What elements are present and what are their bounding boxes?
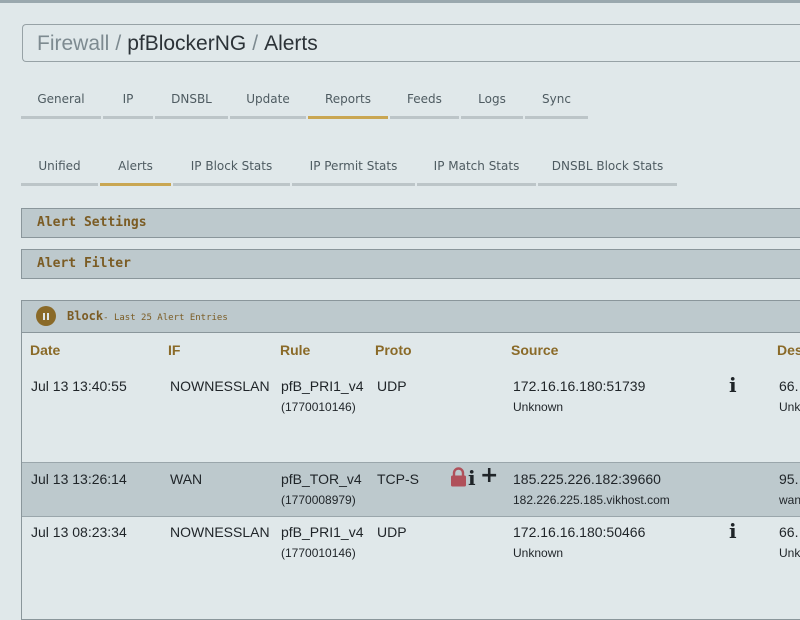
row-destination: 66. [779, 524, 799, 540]
tab-general[interactable]: General [21, 89, 101, 119]
row-date: Jul 13 13:26:14 [31, 471, 127, 487]
row-date: Jul 13 13:40:55 [31, 378, 127, 394]
tab-ip-block-stats[interactable]: IP Block Stats [173, 156, 290, 186]
alert-filter-panel[interactable]: Alert Filter [21, 249, 800, 279]
tab-reports[interactable]: Reports [308, 89, 388, 119]
row-interface: WAN [170, 471, 203, 487]
row-proto: UDP [377, 524, 407, 540]
report-tabs: Unified Alerts IP Block Stats IP Permit … [21, 156, 679, 186]
row-destination: 95. [779, 471, 799, 487]
lock-icon[interactable] [450, 467, 467, 487]
block-title-text: Block [67, 309, 104, 323]
column-header-destination[interactable]: Des [777, 342, 800, 358]
row-rule: pfB_TOR_v4 [281, 471, 362, 487]
row-source: 185.225.226.182:39660 [513, 471, 661, 487]
breadcrumb-pfblockerng[interactable]: pfBlockerNG [127, 32, 246, 55]
row-source: 172.16.16.180:51739 [513, 378, 646, 394]
row-proto: TCP-S [377, 471, 419, 487]
column-header-proto[interactable]: Proto [375, 342, 412, 358]
info-icon[interactable]: i [729, 373, 737, 397]
alert-settings-panel[interactable]: Alert Settings [21, 208, 800, 238]
row-destination-host: wan [779, 493, 800, 507]
tab-dnsbl[interactable]: DNSBL [155, 89, 228, 119]
row-interface: NOWNESSLAN [170, 524, 270, 540]
row-rule-id: (1770010146) [281, 546, 356, 560]
tab-sync[interactable]: Sync [525, 89, 588, 119]
row-proto: UDP [377, 378, 407, 394]
column-header-date[interactable]: Date [30, 342, 60, 358]
tab-feeds[interactable]: Feeds [390, 89, 459, 119]
row-destination: 66. [779, 378, 799, 394]
breadcrumb-alerts: Alerts [264, 32, 318, 55]
block-panel-header: Block- Last 25 Alert Entries [22, 301, 800, 333]
tab-alerts[interactable]: Alerts [100, 156, 171, 186]
row-date: Jul 13 08:23:34 [31, 524, 127, 540]
row-rule-id: (1770010146) [281, 400, 356, 414]
info-icon[interactable]: i [729, 519, 737, 543]
row-destination-host: Unk [779, 546, 800, 560]
breadcrumb-separator: / [252, 32, 259, 55]
row-rule: pfB_PRI1_v4 [281, 378, 364, 394]
row-rule-id: (1770008979) [281, 493, 356, 507]
breadcrumb-separator: / [115, 32, 122, 55]
tab-update[interactable]: Update [230, 89, 306, 119]
column-header-if[interactable]: IF [168, 342, 180, 358]
info-icon[interactable]: i [468, 466, 476, 490]
breadcrumb: Firewall / pfBlockerNG / Alerts [22, 24, 800, 62]
breadcrumb-firewall[interactable]: Firewall [37, 32, 109, 55]
column-header-rule[interactable]: Rule [280, 342, 310, 358]
block-title: Block- Last 25 Alert Entries [67, 309, 228, 323]
tab-unified[interactable]: Unified [21, 156, 98, 186]
row-destination-host: Unk [779, 400, 800, 414]
top-border [0, 0, 800, 3]
row-source-host: Unknown [513, 546, 564, 560]
plus-icon[interactable]: + [480, 463, 498, 488]
pause-icon[interactable] [36, 306, 56, 326]
row-interface: NOWNESSLAN [170, 378, 270, 394]
tab-ip[interactable]: IP [103, 89, 153, 119]
row-source-host: Unknown [513, 400, 564, 414]
tab-logs[interactable]: Logs [461, 89, 523, 119]
row-rule: pfB_PRI1_v4 [281, 524, 364, 540]
tab-ip-match-stats[interactable]: IP Match Stats [417, 156, 536, 186]
block-subtitle: - Last 25 Alert Entries [103, 313, 228, 323]
row-source-host: 182.226.225.185.vikhost.com [513, 493, 670, 507]
main-tabs: General IP DNSBL Update Reports Feeds Lo… [21, 89, 590, 119]
column-header-source[interactable]: Source [511, 342, 558, 358]
tab-dnsbl-block-stats[interactable]: DNSBL Block Stats [538, 156, 677, 186]
tab-ip-permit-stats[interactable]: IP Permit Stats [292, 156, 415, 186]
row-source: 172.16.16.180:50466 [513, 524, 646, 540]
